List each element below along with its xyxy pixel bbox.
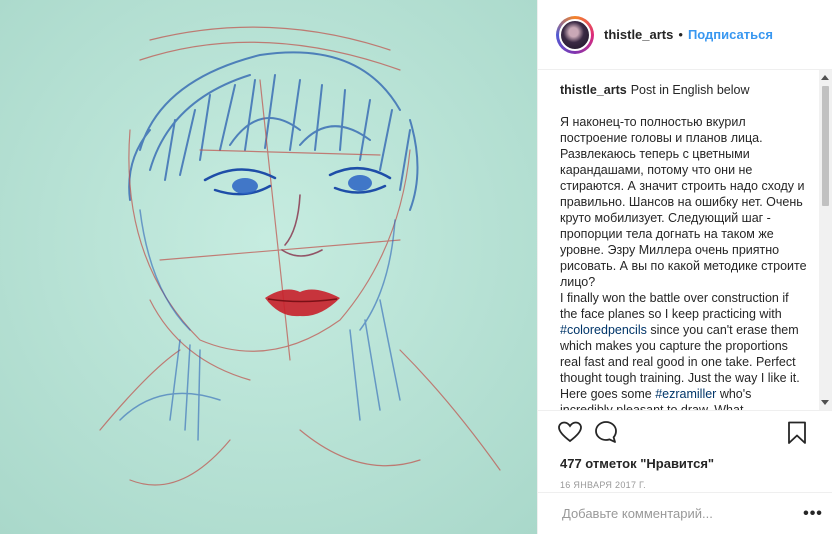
hashtag-ezramiller[interactable]: #ezramiller — [655, 387, 716, 401]
heart-icon — [558, 421, 582, 443]
post-sidebar: thistle_arts • Подписаться thistle_arts P… — [537, 0, 832, 534]
caption-english-text: I finally won the battle over constructi… — [560, 290, 807, 410]
action-bar — [538, 411, 832, 453]
separator-dot: • — [678, 27, 683, 42]
comment-button[interactable] — [592, 418, 620, 446]
english-part-1: I finally won the battle over constructi… — [560, 291, 789, 321]
scroll-down-arrow-icon[interactable] — [821, 400, 829, 405]
scroll-up-arrow-icon[interactable] — [821, 75, 829, 80]
more-options-icon[interactable]: ••• — [793, 505, 832, 523]
actions-area: 477 отметок "Нравится" 16 ЯНВАРЯ 2017 Г. — [538, 410, 832, 495]
header-username[interactable]: thistle_arts — [604, 27, 673, 42]
caption-username[interactable]: thistle_arts — [560, 83, 627, 97]
caption-russian-text: Я наконец-то полностью вкурил построение… — [560, 115, 807, 289]
add-comment-bar: ••• — [538, 492, 832, 534]
scroll-thumb[interactable] — [822, 86, 829, 206]
avatar-image — [559, 18, 591, 51]
portrait-sketch — [0, 0, 537, 534]
like-button[interactable] — [556, 418, 584, 446]
caption-intro: Post in English below — [630, 83, 750, 97]
caption-area: thistle_arts Post in English below Я нако… — [538, 70, 832, 410]
caption-first-line: thistle_arts Post in English below — [560, 82, 807, 98]
avatar[interactable] — [556, 15, 594, 54]
follow-button[interactable]: Подписаться — [688, 27, 773, 42]
hashtag-coloredpencils[interactable]: #coloredpencils — [560, 323, 647, 337]
save-button[interactable] — [783, 419, 811, 447]
bookmark-icon — [788, 421, 806, 444]
comment-input[interactable] — [560, 505, 793, 522]
likes-count[interactable]: 477 отметок "Нравится" — [538, 453, 832, 475]
comment-bubble-icon — [595, 421, 617, 443]
post-image[interactable] — [0, 0, 537, 534]
instagram-post: thistle_arts • Подписаться thistle_arts P… — [0, 0, 832, 534]
post-header: thistle_arts • Подписаться — [538, 0, 832, 70]
caption-scrollbar[interactable] — [819, 70, 832, 410]
